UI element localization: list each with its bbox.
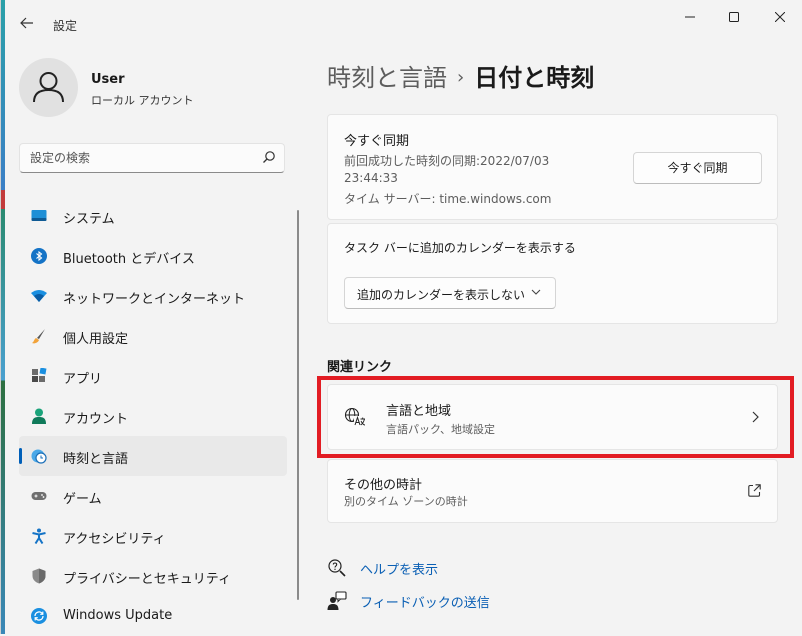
account-icon <box>32 408 46 424</box>
sidebar-item-label: アカウント <box>63 412 129 427</box>
sidebar-item-label: 時刻と言語 <box>63 452 129 467</box>
title-bar: 設定 <box>1 0 802 46</box>
avatar[interactable] <box>19 58 78 117</box>
last-sync-time-continued: 23:44:33 <box>344 171 398 185</box>
sidebar-item-time-language[interactable]: 時刻と言語 <box>19 436 287 476</box>
sidebar-item-label: アクセシビリティ <box>63 532 166 547</box>
close-button[interactable] <box>757 6 802 32</box>
sidebar-item-label: 個人用設定 <box>63 332 129 347</box>
settings-window: 設定 User ローカル アカウント 設定の検索 システム Bluetooth … <box>0 0 802 634</box>
back-arrow-icon <box>20 17 33 29</box>
sidebar-item-privacy[interactable]: プライバシーとセキュリティ <box>19 556 287 596</box>
last-sync-time: 前回成功した時刻の同期:2022/07/03 <box>344 154 550 168</box>
sync-now-button[interactable]: 今すぐ同期 <box>633 152 762 184</box>
sidebar-nav: システム Bluetooth とデバイス ネットワークとインターネット 個人用設… <box>19 196 287 636</box>
red-highlight-box <box>317 376 794 458</box>
other-clocks-title: その他の時計 <box>344 478 423 493</box>
sidebar-item-personalization[interactable]: 個人用設定 <box>19 316 287 356</box>
sidebar-item-label: システム <box>63 212 115 227</box>
sync-title: 今すぐ同期 <box>344 134 410 149</box>
help-icon <box>328 559 346 577</box>
app-title: 設定 <box>53 19 78 33</box>
dropdown-value: 追加のカレンダーを表示しない <box>357 288 526 302</box>
account-type: ローカル アカウント <box>91 94 194 107</box>
sidebar-item-accessibility[interactable]: アクセシビリティ <box>19 516 287 556</box>
apps-icon <box>32 368 47 382</box>
additional-calendar-dropdown[interactable]: 追加のカレンダーを表示しない <box>344 277 556 309</box>
gamepad-icon <box>31 492 47 500</box>
sidebar-item-windows-update[interactable]: Windows Update <box>19 596 287 636</box>
other-clocks-link[interactable]: その他の時計 別のタイム ゾーンの時計 <box>327 459 778 523</box>
search-icon[interactable] <box>262 150 276 164</box>
sidebar-item-accounts[interactable]: アカウント <box>19 396 287 436</box>
sidebar-item-label: Bluetooth とデバイス <box>63 252 195 267</box>
close-icon <box>774 11 786 23</box>
time-language-icon <box>31 449 47 464</box>
additional-calendar-card: タスク バーに追加のカレンダーを表示する 追加のカレンダーを表示しない <box>327 223 778 324</box>
maximize-icon <box>729 12 739 22</box>
breadcrumb-separator: › <box>457 67 465 88</box>
sidebar-item-label: Windows Update <box>63 608 173 623</box>
maximize-button[interactable] <box>711 6 757 32</box>
feedback-label: フィードバックの送信 <box>360 596 490 611</box>
external-link-icon <box>748 484 761 497</box>
minimize-button[interactable] <box>667 6 713 32</box>
wifi-icon <box>31 290 47 302</box>
sidebar-item-system[interactable]: システム <box>19 196 287 236</box>
back-button[interactable] <box>15 12 39 36</box>
sidebar-item-apps[interactable]: アプリ <box>19 356 287 396</box>
additional-calendar-label: タスク バーに追加のカレンダーを表示する <box>344 241 576 255</box>
sidebar-item-bluetooth[interactable]: Bluetooth とデバイス <box>19 236 287 276</box>
sidebar-item-label: アプリ <box>63 372 103 387</box>
bluetooth-icon <box>31 248 47 264</box>
get-help-label: ヘルプを表示 <box>360 563 439 578</box>
update-icon <box>31 608 47 624</box>
sync-now-card: 今すぐ同期 前回成功した時刻の同期:2022/07/03 23:44:33 タイ… <box>327 114 778 220</box>
accessibility-icon <box>32 528 46 544</box>
user-name: User <box>91 72 125 87</box>
sidebar-item-label: ゲーム <box>63 492 102 507</box>
chevron-down-icon <box>531 289 541 295</box>
feedback-icon <box>327 591 347 610</box>
breadcrumb: 時刻と言語 › 日付と時刻 <box>327 58 594 93</box>
related-links-heading: 関連リンク <box>327 360 393 375</box>
settings-search[interactable] <box>19 143 285 173</box>
page-title: 日付と時刻 <box>474 64 595 92</box>
sidebar-scrollbar[interactable] <box>297 210 299 600</box>
breadcrumb-parent-link[interactable]: 時刻と言語 <box>327 64 447 92</box>
minimize-icon <box>685 16 695 18</box>
sidebar-item-gaming[interactable]: ゲーム <box>19 476 287 516</box>
time-server: タイム サーバー: time.windows.com <box>344 192 552 206</box>
system-icon <box>31 210 47 221</box>
user-icon <box>33 72 64 103</box>
other-clocks-subtitle: 別のタイム ゾーンの時計 <box>344 495 468 508</box>
sidebar-item-label: プライバシーとセキュリティ <box>63 572 231 587</box>
search-input[interactable] <box>30 149 250 167</box>
brush-icon <box>32 329 45 344</box>
sidebar-item-network[interactable]: ネットワークとインターネット <box>19 276 287 316</box>
shield-icon <box>32 568 46 584</box>
sidebar-item-label: ネットワークとインターネット <box>63 292 246 307</box>
